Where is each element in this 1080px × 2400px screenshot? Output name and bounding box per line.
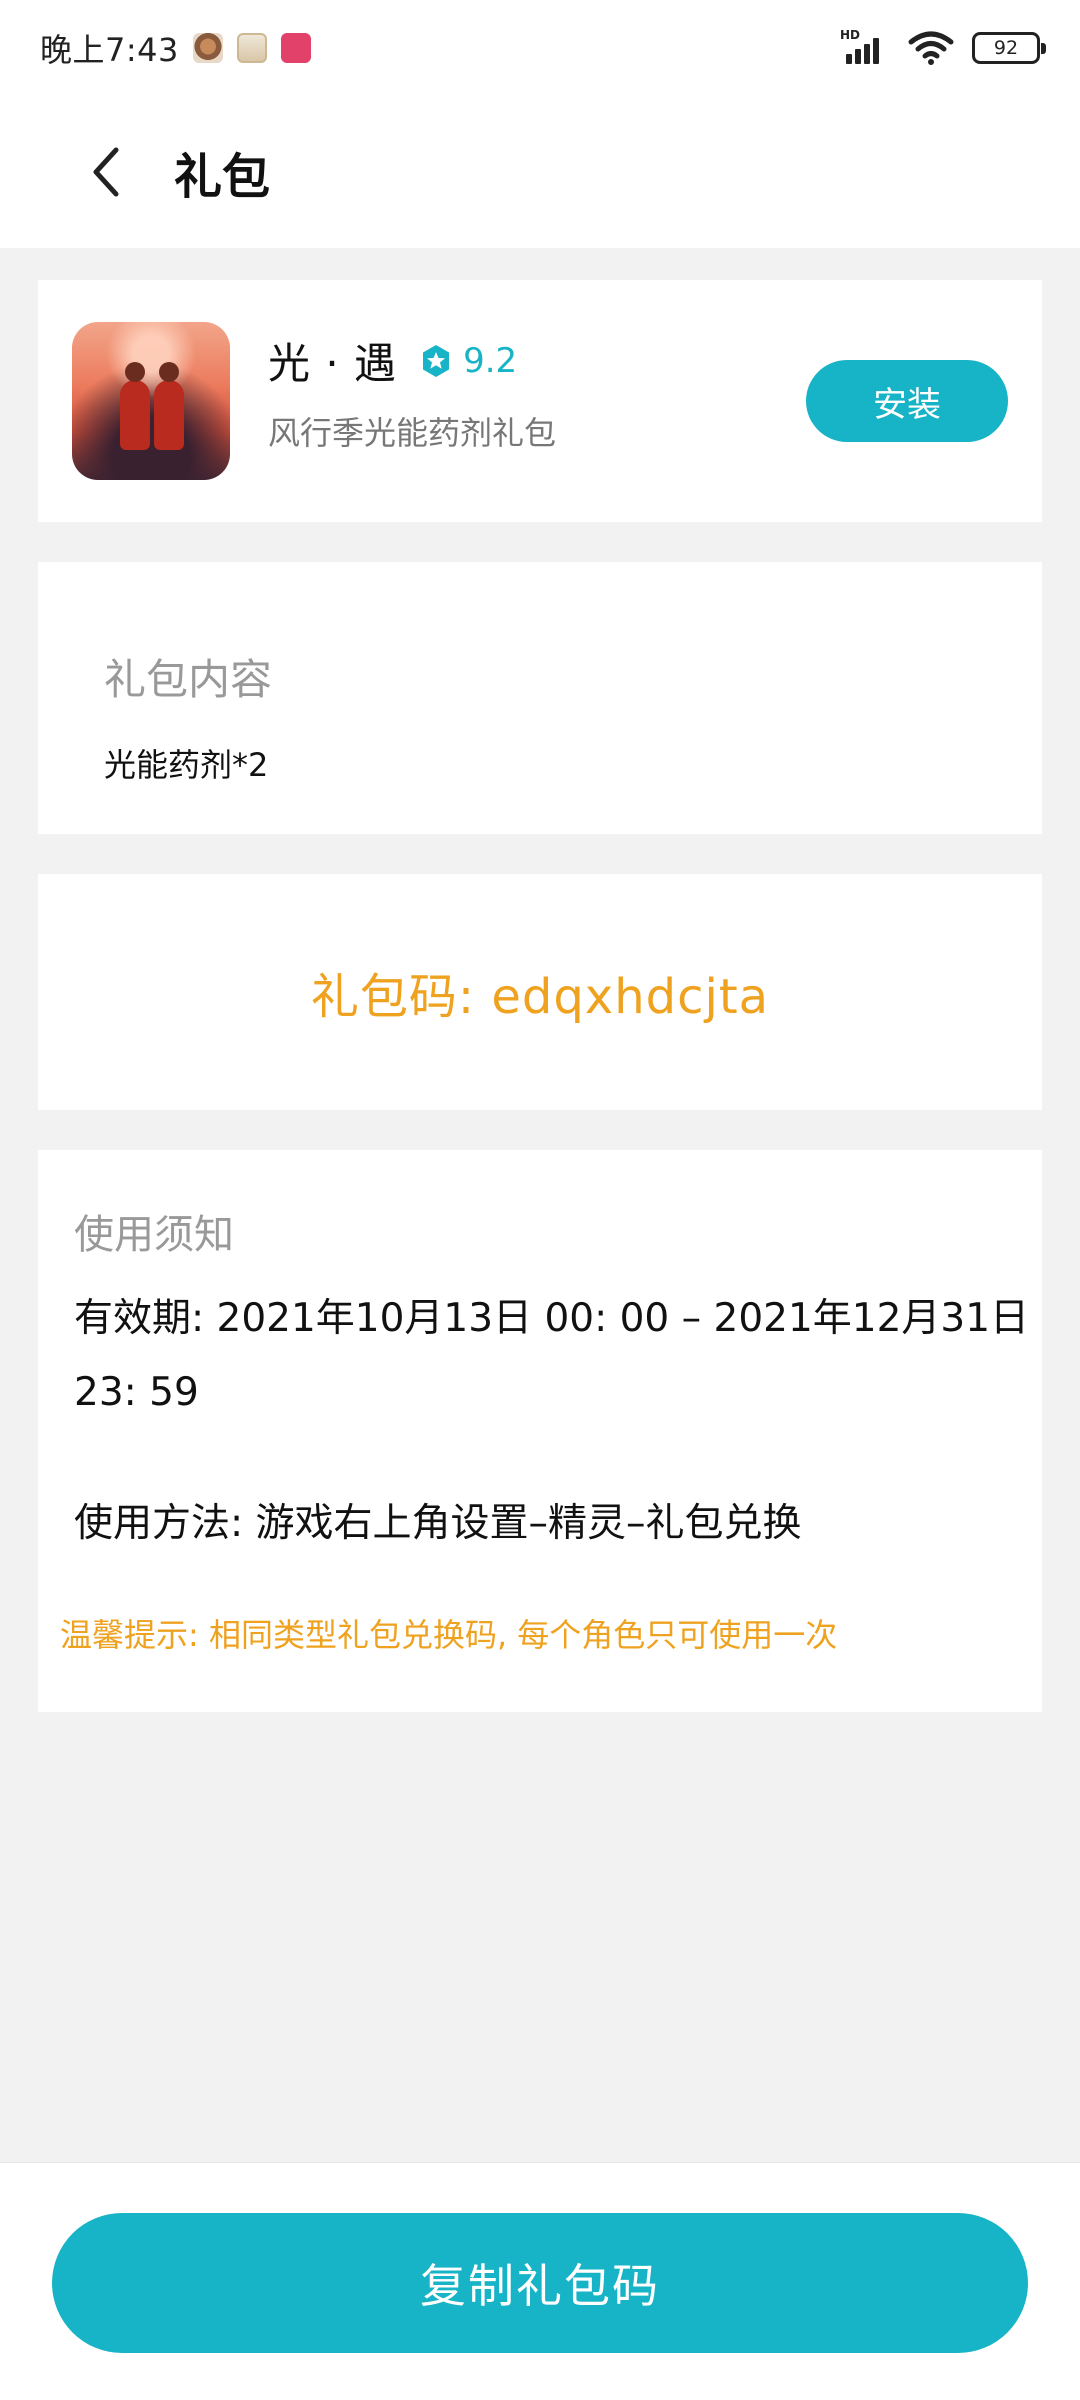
usage-method: 使用方法: 游戏右上角设置–精灵–礼包兑换 — [74, 1501, 802, 1546]
gift-pack-name: 风行季光能药剂礼包 — [268, 414, 557, 452]
validity-period: 有效期: 2021年10月13日 00: 00 – 2021年12月31日 23… — [74, 1296, 1030, 1415]
gift-code-card: 礼包码: edqxhdcjta — [38, 874, 1042, 1110]
gift-content-card: 礼包内容 光能药剂*2 — [38, 562, 1042, 834]
chevron-left-icon — [93, 147, 119, 197]
battery-icon: 92 — [972, 32, 1046, 64]
star-badge-icon — [423, 344, 450, 377]
gift-content-body: 光能药剂*2 — [104, 746, 269, 784]
app-notification-icon — [236, 33, 267, 63]
game-card[interactable]: 光 · 遇 9.2 风行季光能药剂礼包 安装 — [38, 280, 1042, 522]
cellular-signal-icon: HD — [840, 28, 890, 66]
usage-notice-card: 使用须知 有效期: 2021年10月13日 00: 00 – 2021年12月3… — [38, 1150, 1042, 1712]
figure-head-right — [159, 362, 179, 382]
app-notification-icon — [280, 33, 311, 63]
game-name: 光 · 遇 — [268, 339, 398, 388]
figure-right — [154, 380, 184, 450]
bottom-action-bar: 复制礼包码 — [0, 2162, 1080, 2400]
status-bar: 晚上7:43 HD 92 — [0, 0, 1080, 96]
game-rating: 9.2 — [463, 340, 518, 381]
wifi-icon — [908, 31, 954, 65]
game-title-row: 光 · 遇 9.2 — [268, 330, 517, 391]
status-time: 晚上7:43 — [40, 31, 179, 69]
copy-code-button[interactable]: 复制礼包码 — [52, 2213, 1028, 2353]
warm-tip: 温馨提示: 相同类型礼包兑换码, 每个角色只可使用一次 — [60, 1616, 838, 1654]
page-header: 礼包 — [0, 96, 1080, 248]
page-title: 礼包 — [174, 149, 271, 205]
notice-title: 使用须知 — [74, 1212, 234, 1258]
back-button[interactable] — [66, 132, 146, 212]
figure-head-left — [125, 362, 145, 382]
status-indicators: HD 92 — [840, 28, 1046, 66]
install-button[interactable]: 安装 — [806, 360, 1008, 442]
battery-level: 92 — [993, 37, 1019, 59]
gift-content-title: 礼包内容 — [104, 655, 273, 704]
notification-icons — [192, 33, 311, 63]
game-app-icon[interactable] — [72, 322, 230, 480]
app-notification-icon — [192, 33, 223, 63]
figure-left — [120, 380, 150, 450]
gift-code[interactable]: 礼包码: edqxhdcjta — [311, 957, 769, 1027]
